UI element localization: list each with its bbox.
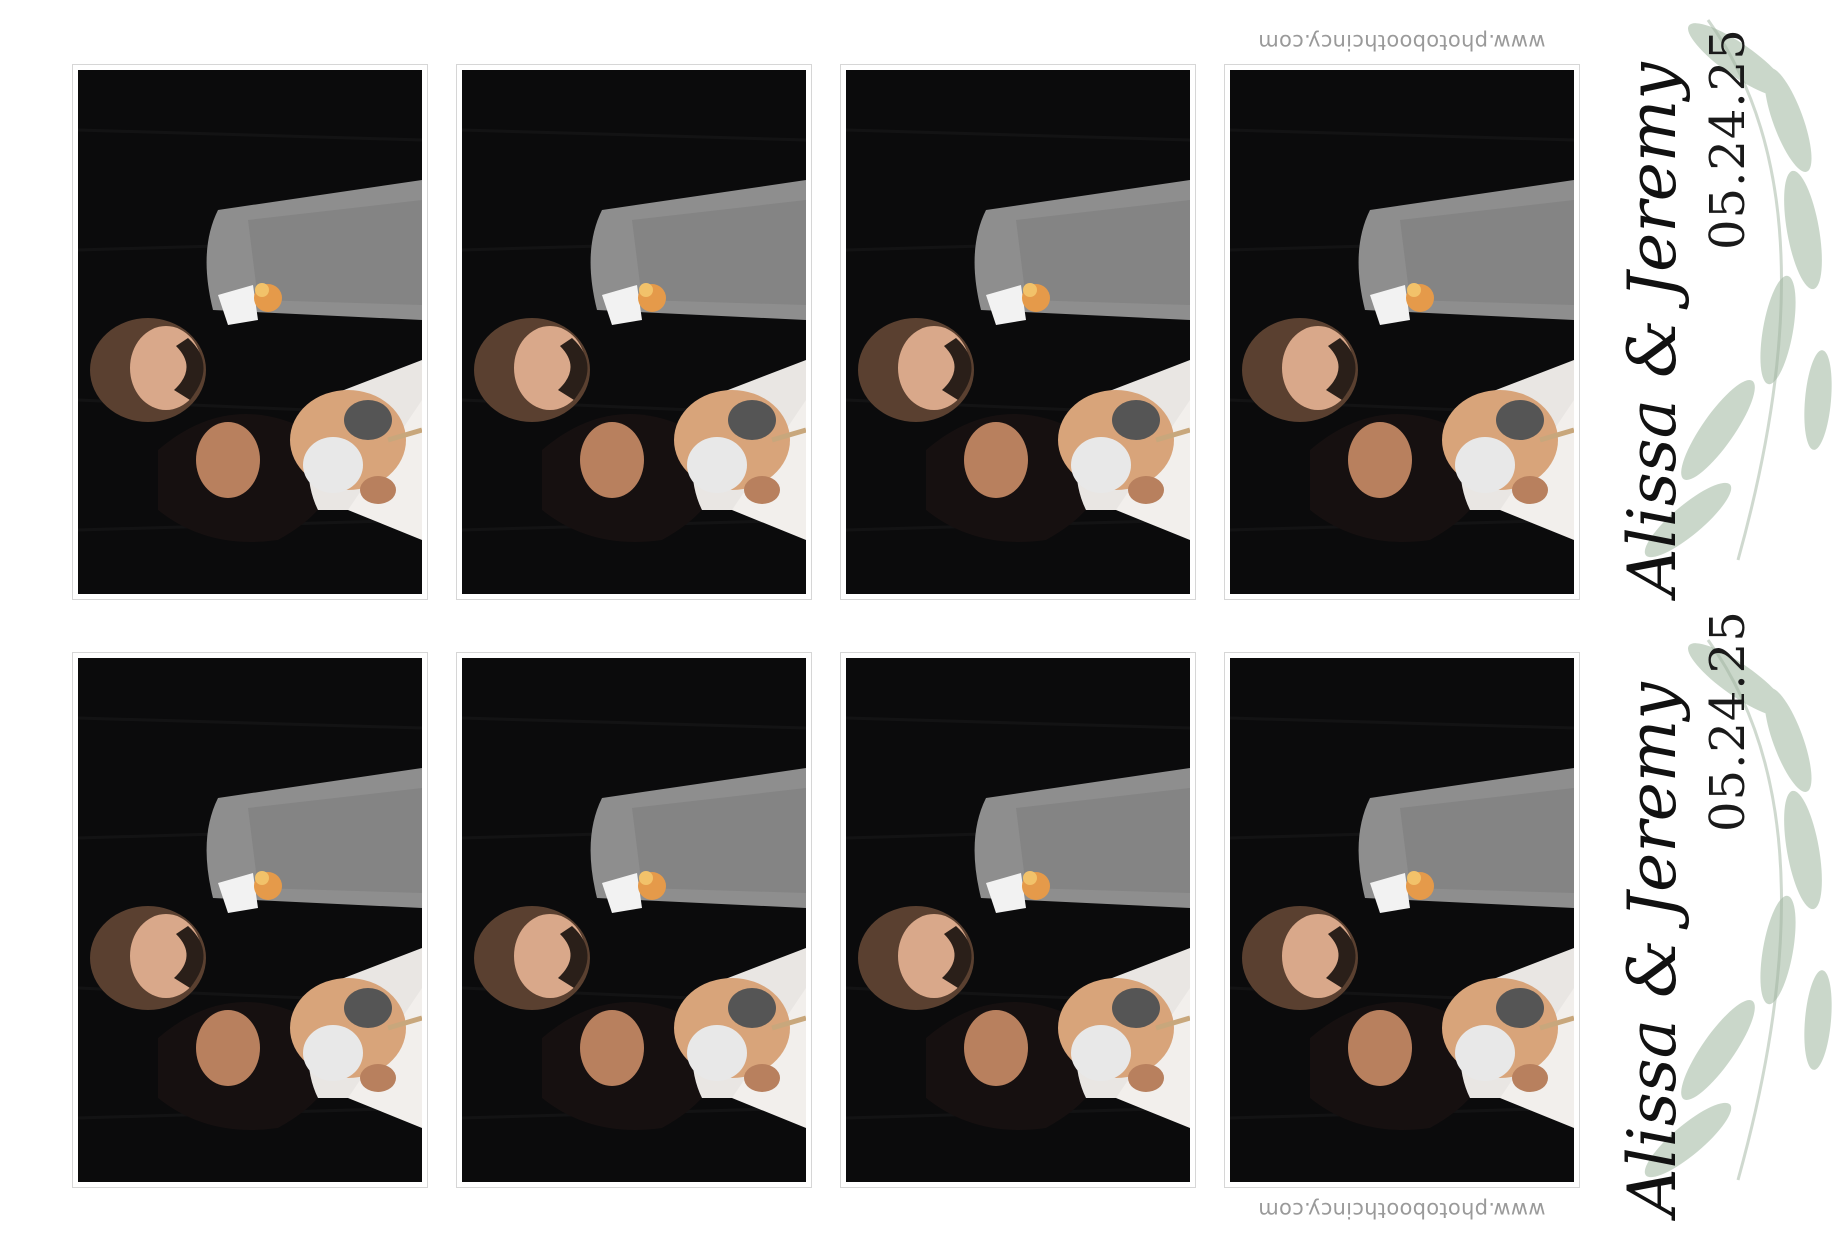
- couple-names: Alissa & Jeremy: [1614, 682, 1691, 1216]
- couple-photo: [846, 70, 1190, 594]
- photobooth-watermark: www.photoboothcincy.com: [1258, 1198, 1546, 1222]
- photo-strip-top: www.photoboothcincy.com Alissa & Jeremy …: [0, 0, 1844, 620]
- photo-frame-1: [72, 64, 428, 600]
- photo-frame-7: [840, 652, 1196, 1188]
- couple-photo: [78, 70, 422, 594]
- photo-frame-6: [456, 652, 812, 1188]
- photo-booth-print-sheet: www.photoboothcincy.com Alissa & Jeremy …: [0, 0, 1844, 1240]
- photobooth-watermark: www.photoboothcincy.com: [1258, 30, 1546, 54]
- photo-strip-bottom: www.photoboothcincy.com Alissa & Jeremy …: [0, 610, 1844, 1240]
- event-date: 05.24.25: [1700, 610, 1756, 832]
- couple-photo: [78, 658, 422, 1182]
- couple-names: Alissa & Jeremy: [1614, 62, 1691, 596]
- photo-frame-3: [840, 64, 1196, 600]
- couple-photo: [462, 658, 806, 1182]
- photo-frame-4: [1224, 64, 1580, 600]
- couple-photo: [462, 70, 806, 594]
- couple-photo: [1230, 658, 1574, 1182]
- photo-frame-5: [72, 652, 428, 1188]
- event-date: 05.24.25: [1700, 28, 1756, 250]
- couple-photo: [1230, 70, 1574, 594]
- couple-photo: [846, 658, 1190, 1182]
- photo-frame-8: [1224, 652, 1580, 1188]
- photo-frame-2: [456, 64, 812, 600]
